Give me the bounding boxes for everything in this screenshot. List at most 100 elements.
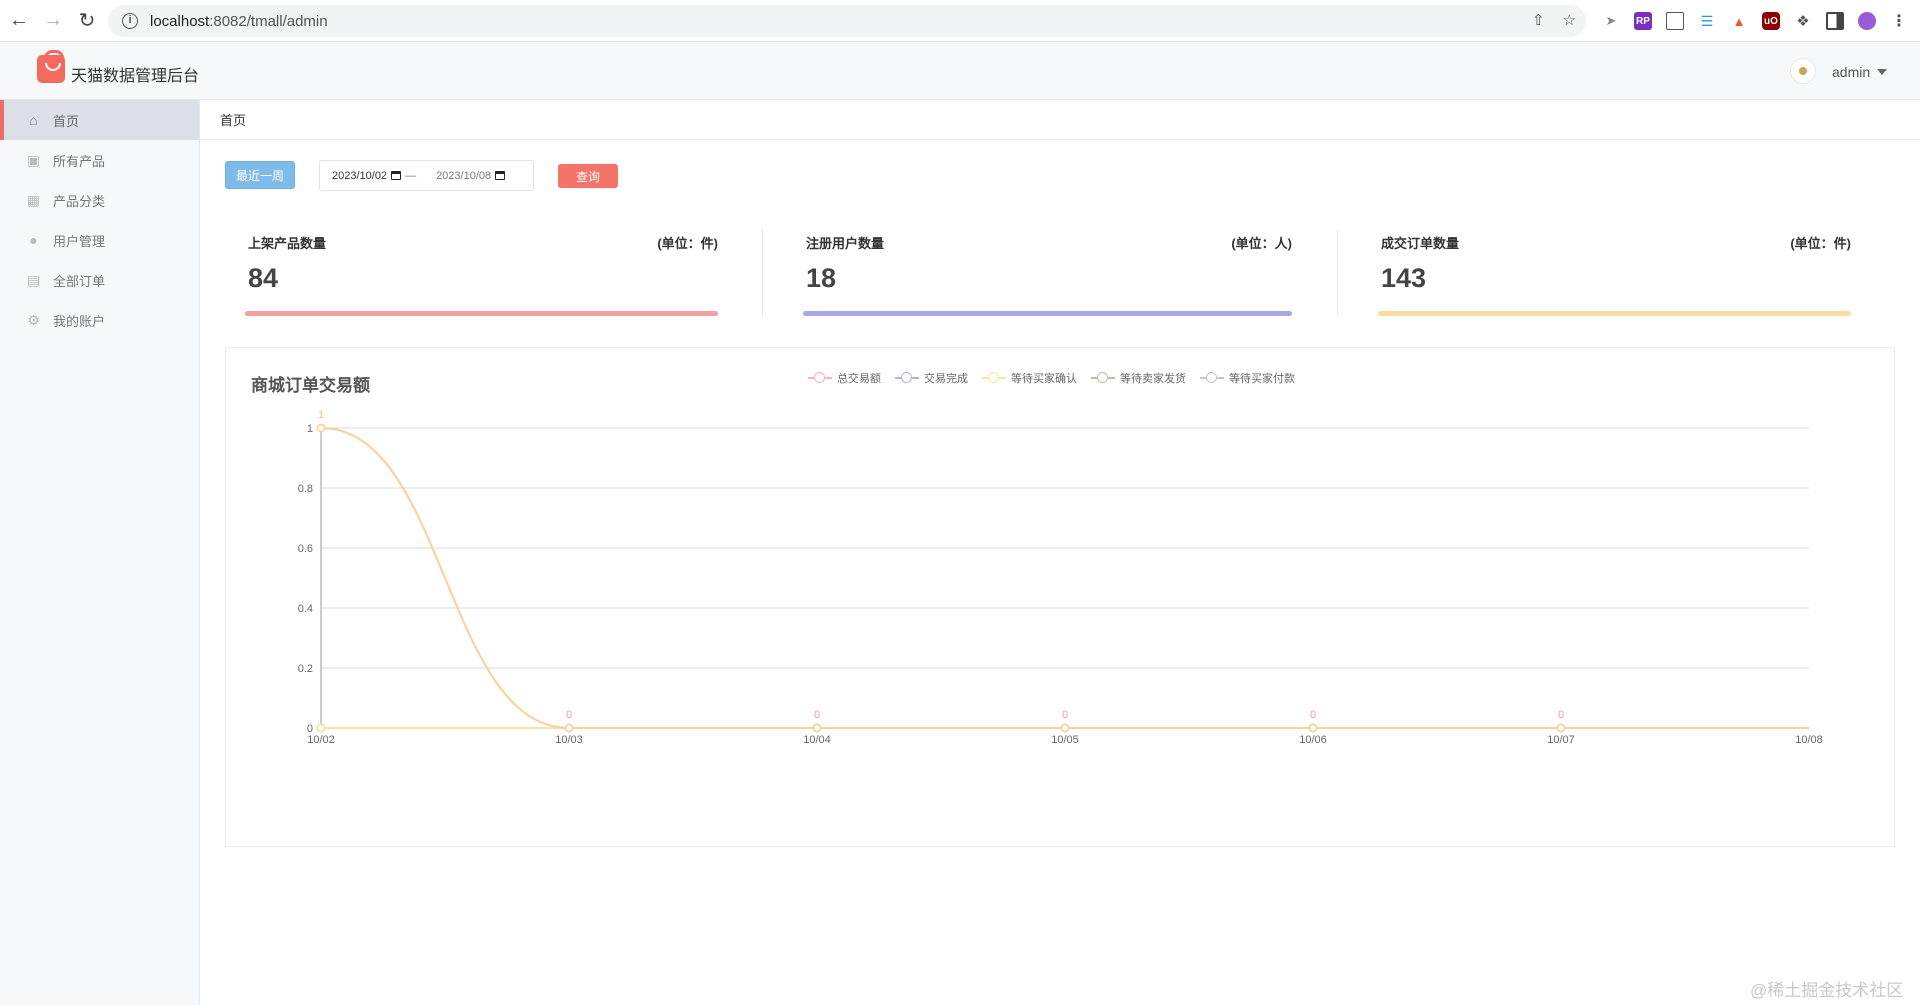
calendar-icon[interactable] xyxy=(495,171,506,180)
x-tick-label: 10/06 xyxy=(1299,734,1327,746)
user-name[interactable]: admin xyxy=(1832,64,1870,80)
query-button[interactable]: 查询 xyxy=(558,164,618,188)
grid-icon: ▦ xyxy=(26,191,41,208)
data-label: 0 xyxy=(1062,709,1068,721)
stat-bar xyxy=(245,311,718,316)
breadcrumb-home[interactable]: 首页 xyxy=(220,110,246,129)
app-title: 天猫数据管理后台 xyxy=(71,68,200,85)
url-text: localhost:8082/tmall/admin xyxy=(150,12,328,30)
profile-avatar-icon[interactable] xyxy=(1858,12,1876,30)
data-point xyxy=(1556,723,1566,733)
data-point xyxy=(316,723,326,733)
sidebar-item-label: 产品分类 xyxy=(53,193,106,209)
rp-extension-icon[interactable]: RP xyxy=(1634,12,1652,30)
data-point xyxy=(564,723,574,733)
stat-card-orders: 成交订单数量 (单位：件) 143 xyxy=(1378,225,1851,325)
start-date-input[interactable]: 2023/10/02 xyxy=(332,170,387,182)
caret-down-icon[interactable] xyxy=(1877,69,1887,75)
data-label: 1 xyxy=(318,409,324,421)
y-tick-label: 0.4 xyxy=(298,603,313,615)
user-avatar[interactable] xyxy=(1790,58,1816,84)
stat-value: 84 xyxy=(248,263,279,293)
sidebar-item-label: 用户管理 xyxy=(53,233,106,249)
stat-value: 143 xyxy=(1381,263,1427,293)
product-icon: ▣ xyxy=(26,151,41,168)
layers-extension-icon[interactable]: ☰ xyxy=(1698,12,1716,30)
x-tick-label: 10/08 xyxy=(1795,734,1823,746)
stat-unit: (单位：件) xyxy=(1790,236,1851,251)
y-tick-label: 0.8 xyxy=(298,483,313,495)
sidebar-item-products[interactable]: ▣ 所有产品 xyxy=(0,140,199,180)
divider xyxy=(762,230,763,316)
y-tick-label: 1 xyxy=(307,423,313,435)
back-icon[interactable]: ← xyxy=(4,6,34,36)
sidebar-item-users[interactable]: ● 用户管理 xyxy=(0,220,199,260)
user-icon: ● xyxy=(29,232,38,248)
sidebar-item-orders[interactable]: ▤ 全部订单 xyxy=(0,260,199,300)
data-label: 0 xyxy=(566,709,572,721)
line-chart: 0 0.2 0.4 0.6 0.8 1 10/02 10/03 10/04 10/05 10/06 1… xyxy=(298,409,1823,746)
app-header: 天猫数据管理后台 admin xyxy=(0,42,1920,100)
sidebar-item-label: 我的账户 xyxy=(53,313,106,329)
watermark: @稀土掘金技术社区 xyxy=(1750,981,1904,1000)
series-line xyxy=(320,427,1809,729)
stat-label: 注册用户数量 xyxy=(806,236,885,251)
data-label: 0 xyxy=(1558,709,1564,721)
shopping-bag-logo-icon xyxy=(37,50,65,83)
cursor-extension-icon[interactable]: ➤ xyxy=(1602,12,1620,30)
stat-unit: (单位：人) xyxy=(1231,236,1292,251)
x-tick-label: 10/05 xyxy=(1051,734,1079,746)
stat-value: 18 xyxy=(806,263,837,293)
browser-toolbar: ← → ↻ i localhost:8082/tmall/admin ⇧ ☆ ➤… xyxy=(0,0,1920,42)
data-point xyxy=(812,723,822,733)
data-label: 0 xyxy=(1310,709,1316,721)
stat-bar xyxy=(803,311,1292,316)
end-date-input[interactable]: 2023/10/08 xyxy=(436,170,491,182)
breadcrumb: 首页 xyxy=(200,100,1920,140)
sidebar-item-label: 全部订单 xyxy=(53,273,106,289)
side-panel-icon[interactable] xyxy=(1826,12,1844,30)
home-icon: ⌂ xyxy=(29,112,38,128)
y-tick-label: 0.6 xyxy=(298,543,313,555)
puzzle-extensions-icon[interactable]: ❖ xyxy=(1794,12,1812,30)
data-point xyxy=(1060,723,1070,733)
stat-card-users: 注册用户数量 (单位：人) 18 xyxy=(803,225,1292,325)
date-separator: — xyxy=(405,169,417,182)
menu-dots-icon[interactable]: ⋮ xyxy=(1890,12,1908,30)
y-tick-label: 0.2 xyxy=(298,663,313,675)
order-icon: ▤ xyxy=(26,271,41,288)
x-tick-label: 10/04 xyxy=(803,734,831,746)
order-chart-panel: 商城订单交易额 总交易额 交易完成 等待买家确认 等待卖家发货 等待买家付款 0… xyxy=(225,347,1895,847)
extensions-area: ➤ RP ☰ ▲ uO ❖ ⋮ xyxy=(1596,6,1916,36)
stat-label: 上架产品数量 xyxy=(248,236,327,251)
data-label: 0 xyxy=(814,709,820,721)
x-tick-label: 10/07 xyxy=(1547,734,1575,746)
stat-label: 成交订单数量 xyxy=(1381,236,1460,251)
x-tick-label: 10/02 xyxy=(307,734,335,746)
stat-bar xyxy=(1378,311,1851,316)
sidebar-item-account[interactable]: ⚙ 我的账户 xyxy=(0,300,199,340)
address-bar[interactable]: i localhost:8082/tmall/admin ⇧ ☆ xyxy=(108,5,1586,37)
stat-card-products: 上架产品数量 (单位：件) 84 xyxy=(245,225,718,325)
calendar-icon[interactable] xyxy=(391,171,402,180)
data-point xyxy=(1308,723,1318,733)
forward-icon[interactable]: → xyxy=(38,6,68,36)
last-week-button[interactable]: 最近一周 xyxy=(225,161,295,189)
sidebar-item-label: 所有产品 xyxy=(53,153,106,169)
divider xyxy=(1337,230,1338,316)
date-range-picker[interactable]: 2023/10/02 — 2023/10/08 xyxy=(319,160,534,191)
sidebar-item-label: 首页 xyxy=(53,113,80,129)
gear-icon: ⚙ xyxy=(27,311,40,328)
x-tick-label: 10/03 xyxy=(555,734,583,746)
bookmark-star-icon[interactable]: ☆ xyxy=(1563,11,1576,29)
layout-extension-icon[interactable] xyxy=(1666,12,1684,30)
site-info-icon[interactable]: i xyxy=(122,13,138,29)
share-icon[interactable]: ⇧ xyxy=(1532,11,1545,29)
ublock-extension-icon[interactable]: uO xyxy=(1762,12,1780,30)
stat-unit: (单位：件) xyxy=(657,236,718,251)
tree-extension-icon[interactable]: ▲ xyxy=(1730,12,1748,30)
sidebar-item-home[interactable]: ⌂ 首页 xyxy=(0,100,199,140)
data-point xyxy=(316,423,326,433)
reload-icon[interactable]: ↻ xyxy=(72,6,102,36)
sidebar-item-categories[interactable]: ▦ 产品分类 xyxy=(0,180,199,220)
